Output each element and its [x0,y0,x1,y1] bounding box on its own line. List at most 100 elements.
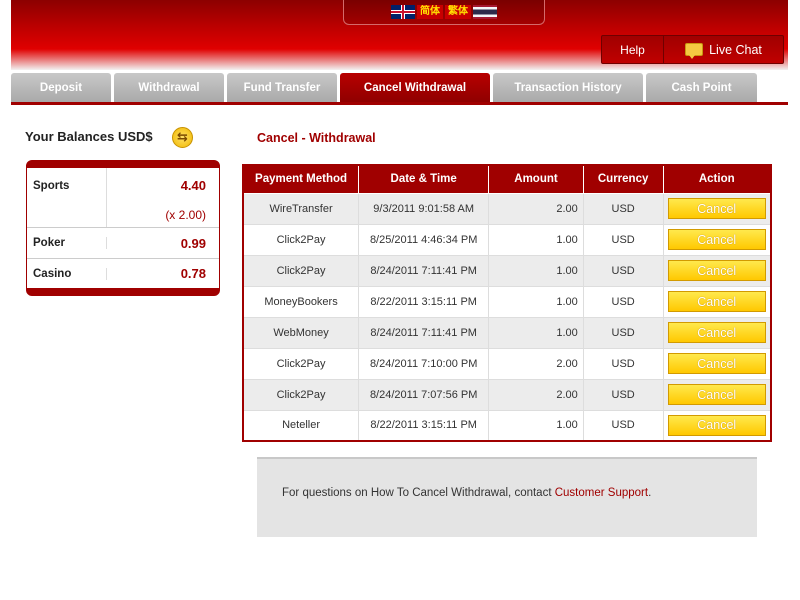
method-cell: Click2Pay [242,378,360,411]
table-row: Click2Pay 8/24/2011 7:07:56 PM 2.00 USD Canc… [242,378,772,411]
balance-label: Casino [27,267,107,280]
tab-deposit[interactable]: Deposit [11,73,111,103]
simplified-chinese-flag-icon[interactable]: 简体 [417,5,443,19]
column-header-amount: Amount [488,164,584,194]
tab-bar: Deposit Withdrawal Fund Transfer Cancel … [11,73,757,103]
column-header-date-time: Date & Time [358,164,490,194]
tab-cancel-withdrawal[interactable]: Cancel Withdrawal [340,73,490,103]
method-cell: MoneyBookers [242,285,360,318]
column-header-action: Action [662,164,772,194]
amount-cell: 1.00 [488,254,584,287]
table-row: Click2Pay 8/24/2011 7:10:00 PM 2.00 USD Canc… [242,347,772,380]
cancel-button[interactable]: Cancel [667,229,766,250]
currency-cell: USD [582,378,664,411]
tab-fund-transfer[interactable]: Fund Transfer [227,73,337,103]
column-header-currency: Currency [582,164,664,194]
help-note-text: For questions on How To Cancel Withdrawa… [282,487,555,499]
amount-cell: 2.00 [488,378,584,411]
cancel-button[interactable]: Cancel [667,353,766,374]
balance-label: Poker [27,237,107,249]
tab-withdrawal[interactable]: Withdrawal [114,73,224,103]
sports-balance: 4.40 [180,178,206,193]
traditional-chinese-flag-icon[interactable]: 繁体 [445,5,471,19]
balances-panel: Sports 4.40 (x 2.00) Poker 0.99 Casino 0… [26,160,220,296]
amount-cell: 2.00 [488,192,584,225]
action-cell: Cancel [662,192,772,225]
method-cell: Neteller [242,409,360,442]
amount-cell: 1.00 [488,409,584,442]
cancel-button[interactable]: Cancel [667,384,766,405]
amount-cell: 1.00 [488,316,584,349]
language-selector: 简体 繁体 [343,0,545,25]
cancel-button[interactable]: Cancel [667,291,766,312]
currency-cell: USD [582,223,664,256]
datetime-cell: 8/25/2011 4:46:34 PM [358,223,490,256]
action-cell: Cancel [662,409,772,442]
refresh-icon[interactable]: ⇆ [172,127,193,148]
balance-value-poker: 0.99 [180,235,206,251]
action-cell: Cancel [662,254,772,287]
action-cell: Cancel [662,347,772,380]
table-row: Click2Pay 8/25/2011 4:46:34 PM 1.00 USD Canc… [242,223,772,256]
action-cell: Cancel [662,378,772,411]
table-row: WireTransfer 9/3/2011 9:01:58 AM 2.00 USD Ca… [242,192,772,225]
currency-cell: USD [582,192,664,225]
balance-row-poker: Poker 0.99 [27,228,219,259]
help-note-end: . [648,487,652,499]
cancel-button[interactable]: Cancel [667,414,766,436]
amount-cell: 2.00 [488,347,584,380]
customer-support-link[interactable]: Customer Support [555,487,648,499]
english-flag-icon[interactable] [391,5,415,19]
page-title: Cancel - Withdrawal [257,131,376,145]
top-header: 简体 繁体 Help Live Chat [11,0,788,70]
column-header-payment-method: Payment Method [242,164,360,194]
balance-value-casino: 0.78 [180,266,206,281]
datetime-cell: 8/22/2011 3:15:11 PM [358,285,490,318]
currency-cell: USD [582,254,664,287]
datetime-cell: 8/22/2011 3:15:11 PM [358,409,490,442]
amount-cell: 1.00 [488,223,584,256]
method-cell: Click2Pay [242,223,360,256]
action-cell: Cancel [662,316,772,349]
balance-value-sports: 4.40 (x 2.00) [107,168,219,227]
balances-title: Your Balances USD$ [25,129,153,144]
action-cell: Cancel [662,285,772,318]
cancel-button[interactable]: Cancel [667,260,766,281]
balance-row-sports: Sports 4.40 (x 2.00) [27,168,219,228]
currency-cell: USD [582,409,664,442]
support-bar: Help Live Chat [601,35,784,64]
tab-transaction-history[interactable]: Transaction History [493,73,643,103]
live-chat-label: Live Chat [709,42,762,57]
withdrawals-table: Payment Method Date & Time Amount Curren… [242,164,772,442]
table-header-row: Payment Method Date & Time Amount Curren… [242,164,772,194]
method-cell: Click2Pay [242,347,360,380]
method-cell: WireTransfer [242,192,360,225]
table-row: Click2Pay 8/24/2011 7:11:41 PM 1.00 USD Canc… [242,254,772,287]
method-cell: WebMoney [242,316,360,349]
currency-cell: USD [582,285,664,318]
thai-flag-icon[interactable] [473,5,497,19]
tab-cash-point[interactable]: Cash Point [646,73,757,103]
chat-bubble-icon [685,43,704,59]
currency-cell: USD [582,347,664,380]
balance-row-casino: Casino 0.78 [27,259,219,288]
datetime-cell: 9/3/2011 9:01:58 AM [358,192,490,225]
table-row: MoneyBookers 8/22/2011 3:15:11 PM 1.00 USD C… [242,285,772,318]
datetime-cell: 8/24/2011 7:07:56 PM [358,378,490,411]
action-cell: Cancel [662,223,772,256]
cancel-button[interactable]: Cancel [667,198,766,219]
help-note: For questions on How To Cancel Withdrawa… [257,457,757,537]
datetime-cell: 8/24/2011 7:11:41 PM [358,316,490,349]
sports-multiplier: (x 2.00) [165,208,206,222]
table-row: WebMoney 8/24/2011 7:11:41 PM 1.00 USD Cance… [242,316,772,349]
live-chat-button[interactable]: Live Chat [664,36,783,63]
currency-cell: USD [582,316,664,349]
table-row: Neteller 8/22/2011 3:15:11 PM 1.00 USD Cance… [242,409,772,442]
datetime-cell: 8/24/2011 7:10:00 PM [358,347,490,380]
help-button[interactable]: Help [602,36,664,63]
tab-underline [11,102,788,105]
method-cell: Click2Pay [242,254,360,287]
balance-label: Sports [27,168,107,227]
datetime-cell: 8/24/2011 7:11:41 PM [358,254,490,287]
cancel-button[interactable]: Cancel [667,322,766,343]
